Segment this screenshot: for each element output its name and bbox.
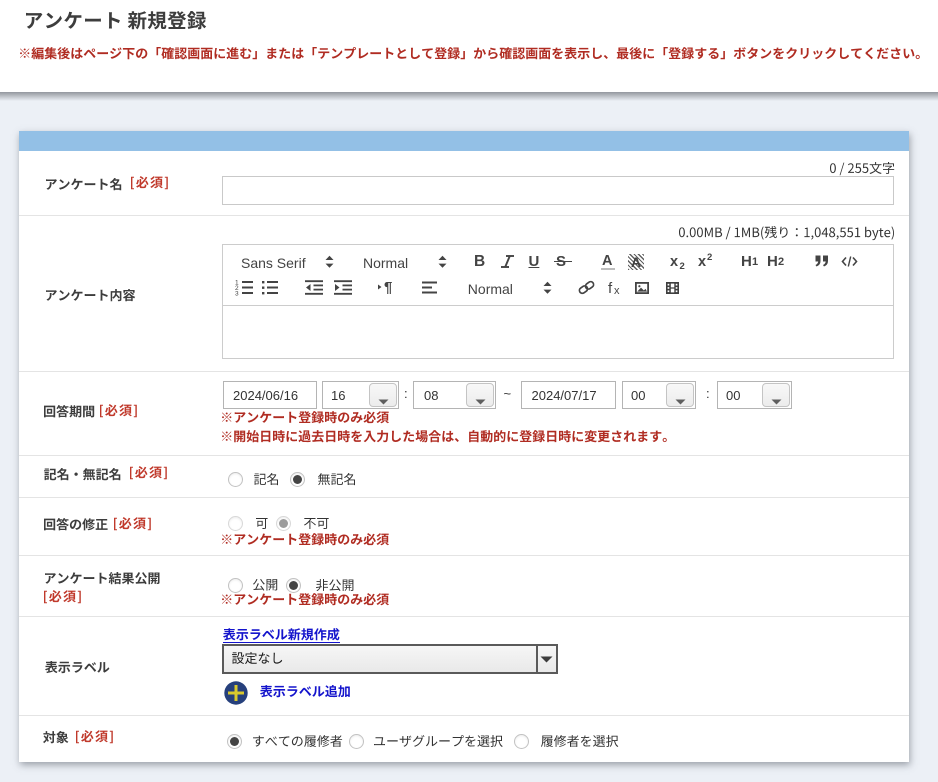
svg-text:3: 3 [235,291,239,297]
